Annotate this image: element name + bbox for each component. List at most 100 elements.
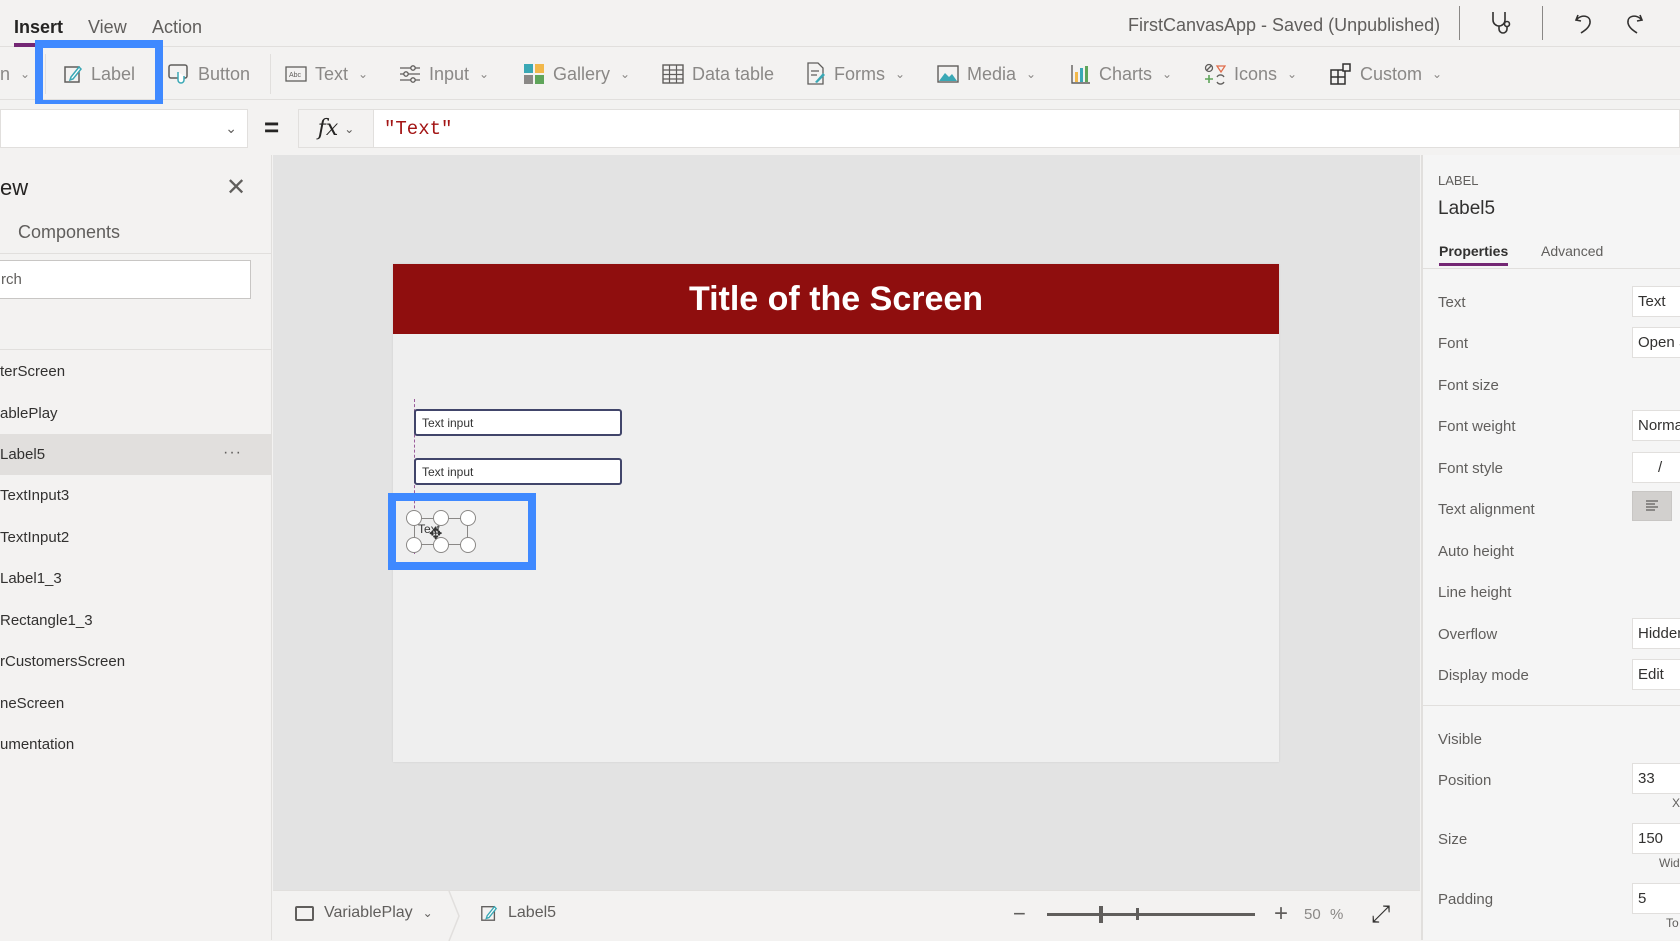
prop-width-input[interactable]: 150 [1632,823,1680,854]
properties-panel: LABEL Label5 Properties Advanced Text Te… [1421,155,1680,940]
zoom-in-button[interactable]: + [1274,900,1288,928]
tree-item[interactable]: Rectangle1_3 [0,600,272,641]
insert-ribbon: n ⌄ Label Button Abc Text ⌄ Input ⌄ Gallery… [0,48,1680,100]
align-left-button[interactable] [1632,491,1672,521]
screen-breadcrumb[interactable]: VariablePlay ⌄ [295,904,433,922]
redo-icon[interactable] [1620,8,1648,38]
icons-icon [1204,63,1226,85]
insert-label-button[interactable]: Label [63,48,135,100]
custom-icon [1330,63,1351,85]
app-title: FirstCanvasApp - Saved (Unpublished) [1128,15,1441,35]
screen-artboard[interactable]: Title of the Screen Text input Text inpu… [388,264,1279,762]
formula-input[interactable]: "Text" [374,109,1680,148]
tab-action[interactable]: Action [152,17,202,38]
chevron-down-icon: ⌄ [895,67,906,81]
canvas-workspace: Title of the Screen Text input Text inpu… [273,155,1420,890]
zoom-slider[interactable] [1047,906,1255,923]
tree-item-label: rCustomersScreen [0,653,126,670]
prop-display-mode-dropdown[interactable]: Edit [1632,659,1680,690]
prop-width-caption: Wid [1659,856,1680,870]
tree-item[interactable]: TextInput3 [0,475,272,516]
button-button-text: Button [198,63,251,84]
data-table-icon [662,64,684,84]
app-checker-icon[interactable] [1487,8,1515,38]
prop-overflow-dropdown[interactable]: Hidden [1632,618,1680,649]
zoom-unit: % [1330,906,1344,923]
zoom-slider-tick [1136,908,1139,920]
prop-font-dropdown[interactable]: Open S [1632,327,1680,358]
tree-item-label: umentation [0,736,75,753]
prop-padding-label: Padding [1438,891,1494,908]
insert-button-button[interactable]: Button [168,48,250,100]
more-options-icon[interactable]: ··· [223,444,242,462]
undo-icon[interactable] [1570,8,1598,38]
tree-item-label: TextInput2 [0,529,70,546]
chevron-down-icon: ⌄ [422,906,433,920]
prop-overflow-label: Overflow [1438,626,1498,643]
tree-item[interactable]: rCustomersScreen [0,641,272,682]
text-input-2[interactable]: Text input [414,458,622,485]
search-input[interactable]: rch [0,260,251,299]
insert-gallery-dropdown[interactable]: Gallery ⌄ [523,48,630,100]
tree-item-label: ablePlay [0,405,58,422]
close-icon[interactable]: ✕ [226,173,246,202]
divider [0,349,272,350]
zoom-slider-thumb[interactable] [1099,906,1103,923]
media-dropdown-label: Media [967,63,1017,84]
tree-item[interactable]: neScreen [0,683,272,724]
tree-item[interactable]: umentation [0,724,272,765]
button-icon [168,64,188,84]
control-breadcrumb[interactable]: Label5 [480,904,556,922]
tree-item[interactable]: TextInput2 [0,517,272,558]
gallery-icon [524,64,544,84]
prop-visible-label: Visible [1438,731,1482,748]
tree-item[interactable]: terScreen [0,351,272,392]
insert-icons-dropdown[interactable]: Icons ⌄ [1204,48,1297,100]
equals-sign: = [264,112,280,142]
prop-font-label: Font [1438,335,1469,352]
divider [1423,268,1680,269]
chevron-down-icon: ⌄ [620,67,631,81]
prop-font-weight-label: Font weight [1438,418,1516,435]
insert-data-table-button[interactable]: Data table [662,48,774,100]
text-input-3[interactable]: Text input [414,409,622,436]
chevron-down-icon: ⌄ [1026,67,1037,81]
prop-font-weight-dropdown[interactable]: Norma [1632,410,1680,441]
prop-padding-top-input[interactable]: 5 [1632,883,1680,914]
property-dropdown[interactable]: ⌄ [0,109,248,148]
prop-italic-button[interactable]: / [1632,452,1680,483]
fx-button[interactable]: fx ⌄ [298,109,374,148]
screen-title-banner[interactable]: Title of the Screen [393,264,1279,334]
prop-auto-height-label: Auto height [1438,543,1514,560]
tab-advanced[interactable]: Advanced [1541,243,1603,259]
prop-position-x-input[interactable]: 33 [1632,763,1680,794]
insert-charts-dropdown[interactable]: Charts ⌄ [1071,48,1172,100]
input-sliders-icon [400,65,420,83]
prop-text-input[interactable]: Text [1632,286,1680,317]
prop-size-label: Size [1438,831,1468,848]
insert-media-dropdown[interactable]: Media ⌄ [937,48,1036,100]
fx-icon: fx [317,116,339,141]
fit-to-window-icon[interactable]: ⤢ [1371,901,1390,929]
insert-text-dropdown[interactable]: Abc Text ⌄ [285,48,368,100]
breadcrumb-separator-icon [448,891,460,941]
zoom-value: 50 [1304,906,1321,923]
tab-components[interactable]: Components [18,222,120,243]
tab-insert[interactable]: Insert [14,17,64,47]
tab-view[interactable]: View [88,17,127,38]
prop-position-label: Position [1438,772,1492,789]
tab-properties[interactable]: Properties [1439,243,1509,266]
tree-item[interactable]: Label1_3 [0,558,272,599]
insert-input-dropdown[interactable]: Input ⌄ [399,48,489,100]
zoom-out-button[interactable]: − [1013,901,1026,927]
new-screen-button[interactable]: n ⌄ [0,48,30,100]
tree-item[interactable]: ablePlay [0,393,272,434]
insert-forms-dropdown[interactable]: Forms ⌄ [806,48,905,100]
tree-item-selected[interactable]: Label5 ··· [0,434,272,475]
prop-display-mode-label: Display mode [1438,667,1529,684]
screen-name: VariablePlay [324,904,413,921]
control-name[interactable]: Label5 [1438,198,1495,220]
panel-title: ew [0,175,29,200]
insert-custom-dropdown[interactable]: Custom ⌄ [1330,48,1442,100]
tree-item-label: Label1_3 [0,570,62,587]
